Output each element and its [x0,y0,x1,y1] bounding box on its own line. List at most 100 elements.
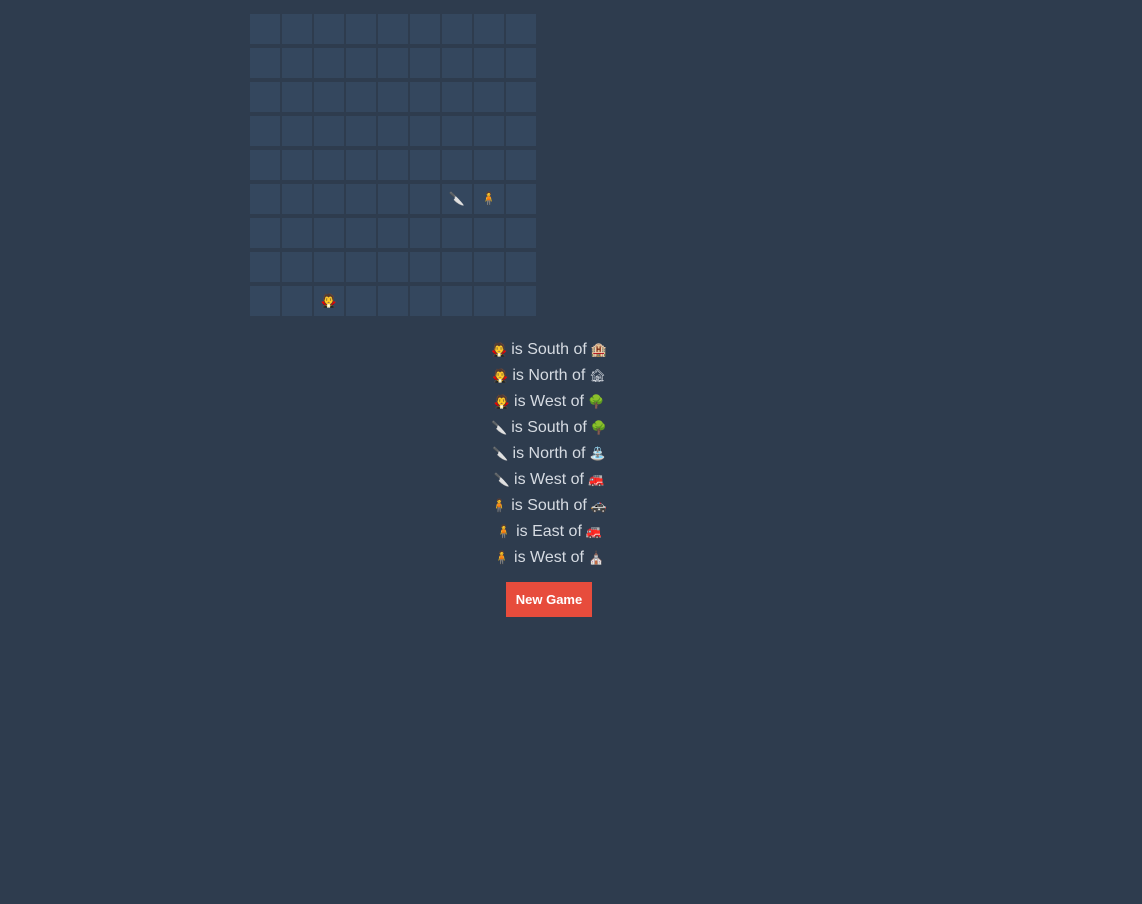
board-cell[interactable] [474,218,504,248]
clue-item: 🧛 is North of 🏚 [0,364,1098,390]
board-cell[interactable] [314,14,344,44]
board-cell[interactable] [474,14,504,44]
board-cell[interactable] [314,82,344,112]
board-cell[interactable] [506,116,536,146]
board-cell[interactable] [250,116,280,146]
board-cell[interactable] [282,14,312,44]
board-cell[interactable] [250,252,280,282]
board-cell[interactable] [506,286,536,316]
board-cell[interactable] [378,286,408,316]
board-cell[interactable] [346,218,376,248]
board-cell[interactable] [250,150,280,180]
board-cell[interactable] [378,218,408,248]
board-cell[interactable] [442,218,472,248]
board-cell[interactable] [250,82,280,112]
clue-text: is East of [516,523,582,540]
board-cell[interactable] [442,286,472,316]
board-cell[interactable] [314,150,344,180]
board-cell[interactable] [250,286,280,316]
board-cell[interactable] [474,82,504,112]
board-cell[interactable] [378,14,408,44]
board-cell[interactable] [410,286,440,316]
clue-text: is West of [514,471,584,488]
board-cell[interactable] [442,48,472,78]
board-cell[interactable] [410,150,440,180]
fire-engine-icon: 🚒 [585,525,603,540]
board-cell[interactable] [282,184,312,214]
board-cell[interactable] [250,48,280,78]
board-cell[interactable] [506,82,536,112]
board-cell[interactable] [506,14,536,44]
person-icon: 🧍 [493,551,511,566]
board-cell[interactable] [346,286,376,316]
board-cell[interactable] [410,184,440,214]
board-cell[interactable] [346,48,376,78]
board-cell[interactable] [378,48,408,78]
board-cell[interactable] [442,82,472,112]
clue-item: 🔪 is South of 🌳 [0,416,1098,442]
board-cell[interactable] [282,252,312,282]
board-cell[interactable] [474,150,504,180]
board-cell[interactable] [282,82,312,112]
board-cell[interactable] [314,48,344,78]
board-cell[interactable] [314,218,344,248]
board-cell[interactable] [442,14,472,44]
clue-text: is South of [511,419,587,436]
board-cell[interactable] [346,82,376,112]
board-cell[interactable] [410,82,440,112]
board-cell[interactable] [282,218,312,248]
board-cell[interactable]: 🧍 [474,184,504,214]
clue-text: is South of [511,341,587,358]
board-cell[interactable] [346,184,376,214]
board-cell[interactable] [378,116,408,146]
new-game-button[interactable]: New Game [506,582,592,617]
board-cell[interactable] [474,286,504,316]
clue-list: 🧛 is South of 🏨 🧛 is North of 🏚 🧛 is West of 🌳 🔪 i… [0,338,1098,572]
vampire-icon: 🧛 [491,343,508,358]
board-cell[interactable] [506,252,536,282]
board-cell[interactable] [410,48,440,78]
board-cell[interactable] [410,218,440,248]
board-cell[interactable] [442,150,472,180]
person-icon: 🧍 [480,191,498,207]
board-cell[interactable] [346,14,376,44]
tree-icon: 🌳 [590,421,607,436]
board-cell[interactable] [506,184,536,214]
board-cell[interactable] [474,252,504,282]
board-cell[interactable] [506,48,536,78]
board-cell[interactable] [506,218,536,248]
board-cell[interactable] [346,150,376,180]
clue-text: is South of [511,497,587,514]
board-cell[interactable] [378,184,408,214]
board-cell[interactable] [378,82,408,112]
board-cell[interactable] [506,150,536,180]
board-cell[interactable] [410,14,440,44]
board-cell[interactable] [346,252,376,282]
board-cell[interactable] [474,48,504,78]
board-cell[interactable] [250,218,280,248]
board-cell[interactable] [282,150,312,180]
board-cell[interactable] [250,14,280,44]
board-cell[interactable]: 🧛 [314,286,344,316]
board-cell[interactable]: 🔪 [442,184,472,214]
board-cell[interactable] [314,184,344,214]
clue-item: 🧛 is West of 🌳 [0,390,1098,416]
clue-text: is West of [514,549,584,566]
board-cell[interactable] [410,116,440,146]
board-cell[interactable] [250,184,280,214]
board-cell[interactable] [410,252,440,282]
board-cell[interactable] [282,116,312,146]
board-cell[interactable] [474,116,504,146]
knife-icon: 🔪 [491,421,508,436]
board-cell[interactable] [442,252,472,282]
board-cell[interactable] [282,48,312,78]
board-cell[interactable] [282,286,312,316]
board-cell[interactable] [346,116,376,146]
clue-item: 🧍 is East of 🚒 [0,520,1098,546]
knife-icon: 🔪 [492,447,509,462]
board-cell[interactable] [314,116,344,146]
board-cell[interactable] [314,252,344,282]
board-cell[interactable] [442,116,472,146]
board-cell[interactable] [378,150,408,180]
board-cell[interactable] [378,252,408,282]
